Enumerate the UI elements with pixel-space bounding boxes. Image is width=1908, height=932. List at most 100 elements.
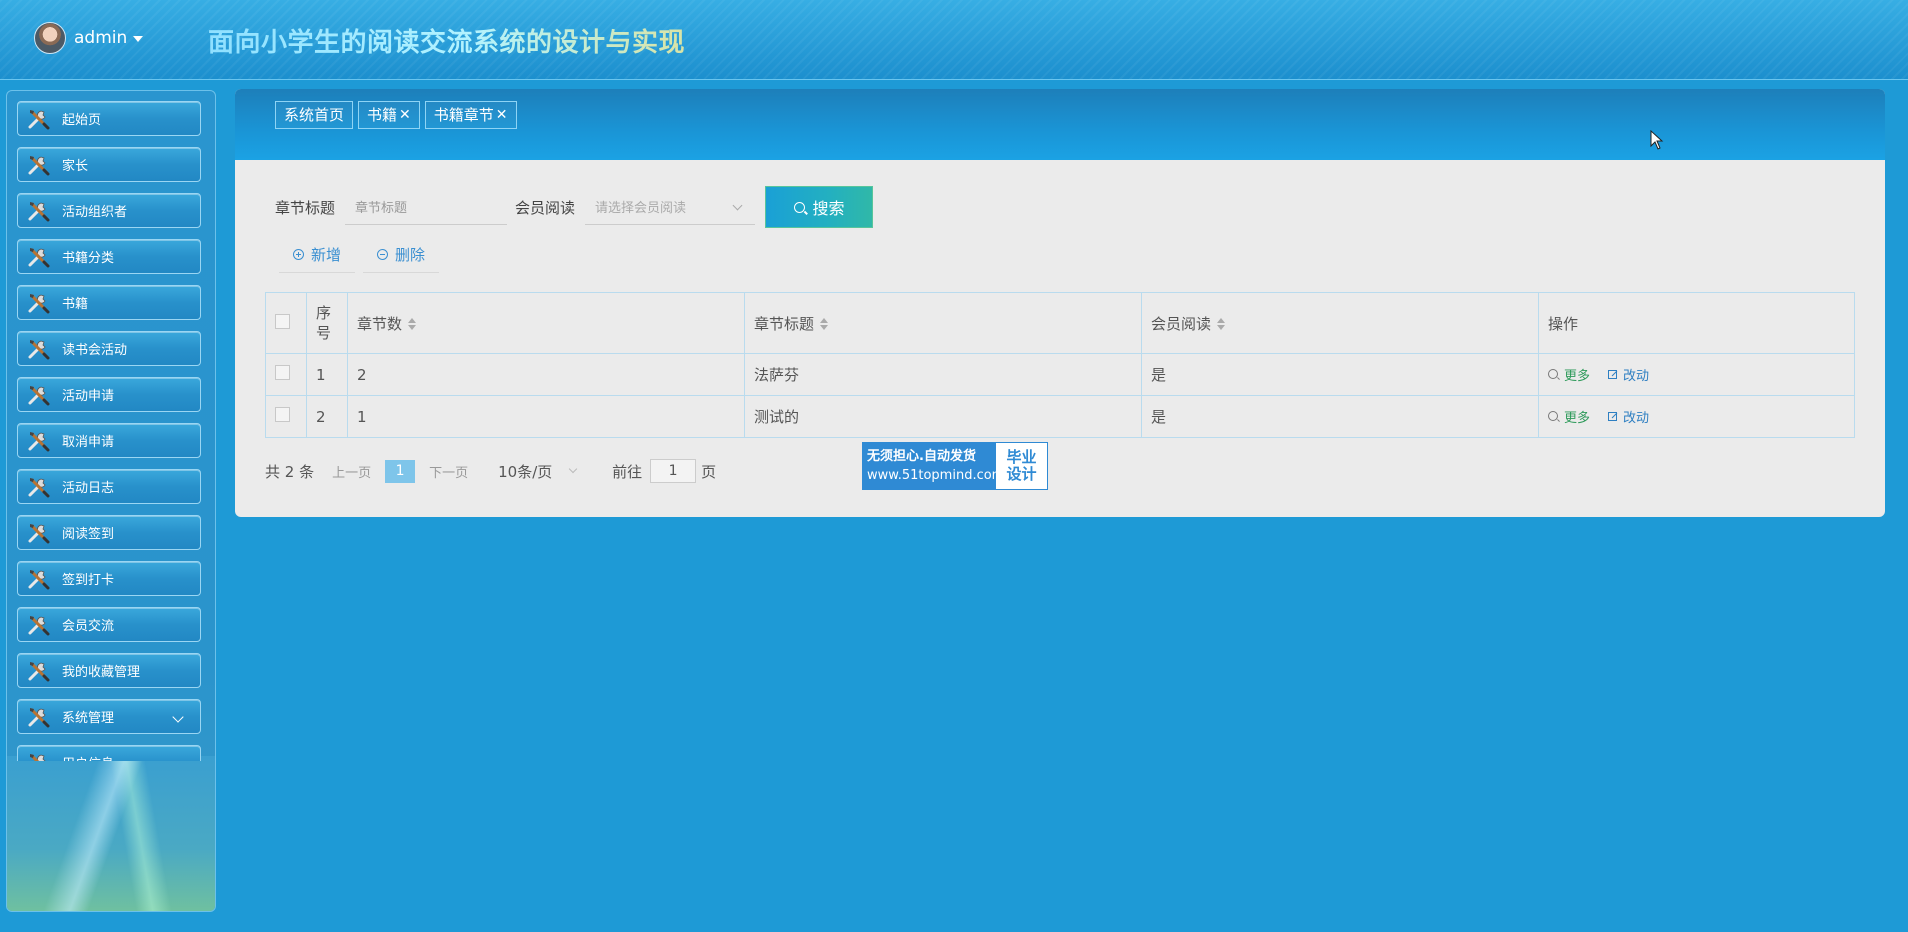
user-name[interactable]: admin [74,28,127,48]
prev-page-button[interactable]: 上一页 [332,462,371,481]
header-chapter-title[interactable]: 章节标题 [744,292,1142,354]
tab-1[interactable]: 书籍 ✕ [358,101,420,129]
header-chapter-title-label: 章节标题 [754,314,815,333]
edit-link[interactable]: 改动 [1608,407,1649,426]
sidebar-item-label: 系统管理 [62,711,115,726]
header-member-read[interactable]: 会员阅读 [1141,292,1539,354]
sidebar-item-11[interactable]: 会员交流 [17,607,201,642]
tools-icon [26,522,52,544]
delete-button[interactable]: 删除 [363,236,440,273]
sidebar-item-13[interactable]: 系统管理 [17,699,201,734]
tab-bar: 系统首页 书籍 ✕ 书籍章节 ✕ [235,89,1885,160]
chevron-down-icon [569,464,578,474]
search-button[interactable]: 搜索 [765,186,874,228]
sort-icon[interactable] [408,317,417,330]
close-icon[interactable]: ✕ [399,107,411,123]
sidebar-item-label: 阅读签到 [62,527,115,542]
sidebar-item-label: 活动组织者 [62,205,128,220]
sidebar-item-10[interactable]: 签到打卡 [17,561,201,596]
caret-down-icon[interactable] [133,36,144,42]
tools-icon [26,108,52,130]
goto-page-input[interactable]: 1 [650,459,697,483]
sidebar-item-0[interactable]: 起始页 [17,101,201,136]
sidebar-item-label: 家长 [62,159,89,174]
cell-member-read: 是 [1141,353,1539,396]
plus-circle-icon [293,248,304,260]
watermark-badge: 无须担心.自动发货 www.51topmind.com 毕业 设计 [862,442,1048,490]
more-link[interactable]: 更多 [1548,407,1590,426]
badge-right: 毕业 设计 [996,443,1047,489]
pagination: 共 2 条 上一页 1 下一页 10条/页 前往 1 页 [265,459,716,483]
edit-label: 改动 [1623,369,1650,385]
sidebar-item-label: 书籍 [62,297,89,312]
main-panel: 系统首页 书籍 ✕ 书籍章节 ✕ 章节标题 章节标题 会员阅读 请选择会员阅读 搜索 新… [235,89,1885,517]
sidebar-menu[interactable]: 起始页家长活动组织者书籍分类书籍读书会活动活动申请取消申请活动日志阅读签到签到打… [17,101,205,761]
sidebar-item-5[interactable]: 读书会活动 [17,331,201,366]
search-icon [1548,411,1558,422]
sidebar-item-6[interactable]: 活动申请 [17,377,201,412]
tab-0[interactable]: 系统首页 [275,101,354,129]
sidebar-item-4[interactable]: 书籍 [17,285,201,320]
add-button[interactable]: 新增 [279,236,356,273]
tools-icon [26,384,52,406]
table-row[interactable]: 2 1 测试的是 更多 改动 [265,395,1855,438]
header-index-label: 序号 [316,304,332,342]
user-menu[interactable]: admin [34,22,144,54]
tools-icon [26,660,52,682]
sidebar-item-8[interactable]: 活动日志 [17,469,201,504]
page-size-select[interactable]: 10条/页 [498,461,578,482]
sidebar-item-3[interactable]: 书籍分类 [17,239,201,274]
page-unit-label: 页 [701,462,717,481]
sidebar-item-label: 读书会活动 [62,343,128,358]
search-icon [1548,369,1558,380]
sort-icon[interactable] [1217,317,1226,330]
edit-label: 改动 [1623,411,1650,427]
sidebar-item-9[interactable]: 阅读签到 [17,515,201,550]
sidebar-item-label: 用户信息 [62,753,114,761]
minus-circle-icon [377,248,389,260]
tools-icon [26,476,52,498]
table-header-row: 序号 章节数 章节标题 会员阅读 操作 [265,292,1855,354]
sidebar-item-2[interactable]: 活动组织者 [17,193,201,228]
select-all-checkbox[interactable] [275,313,290,329]
sidebar-item-label: 签到打卡 [62,573,115,588]
sidebar-item-label: 活动申请 [62,389,115,404]
avatar[interactable] [34,22,66,54]
row-checkbox[interactable] [275,365,290,380]
delete-button-label: 删除 [395,245,426,264]
sidebar-item-1[interactable]: 家长 [17,147,201,182]
sidebar-decoration [7,756,215,911]
search-form: 章节标题 章节标题 会员阅读 请选择会员阅读 搜索 [275,186,874,228]
edit-icon [1608,370,1618,380]
edit-icon [1608,412,1618,422]
mouse-cursor-icon [1650,130,1664,150]
cell-chapter-num: 2 [347,353,745,396]
cell-ops: 更多 改动 [1538,395,1855,438]
sort-icon[interactable] [820,317,829,330]
chapter-title-input[interactable]: 章节标题 [345,189,508,225]
more-label: 更多 [1564,410,1591,426]
tab-2[interactable]: 书籍章节 ✕ [424,101,517,129]
cell-chapter-title: 法萨芬 [744,353,1142,396]
sidebar-item-7[interactable]: 取消申请 [17,423,201,458]
tab-label: 书籍章节 [433,106,494,124]
sidebar-item-12[interactable]: 我的收藏管理 [17,653,201,688]
sidebar-item-14[interactable]: 用户信息 [17,745,201,761]
add-button-label: 新增 [311,245,342,264]
tab-label: 系统首页 [284,106,345,124]
edit-link[interactable]: 改动 [1608,365,1649,384]
cell-chapter-num: 1 [347,395,745,438]
close-icon[interactable]: ✕ [496,107,508,123]
header-chapter-num[interactable]: 章节数 [347,292,745,354]
search-icon [793,201,805,213]
more-link[interactable]: 更多 [1548,365,1590,384]
tools-icon [26,752,52,761]
chevron-down-icon [732,200,743,211]
chapter-title-label: 章节标题 [275,198,336,217]
row-checkbox[interactable] [275,407,290,422]
next-page-button[interactable]: 下一页 [429,462,468,481]
page-number-current[interactable]: 1 [385,459,416,483]
member-read-select[interactable]: 请选择会员阅读 [585,189,756,225]
sidebar-item-label: 起始页 [62,113,102,128]
table-row[interactable]: 1 2 法萨芬是 更多 改动 [265,353,1855,396]
